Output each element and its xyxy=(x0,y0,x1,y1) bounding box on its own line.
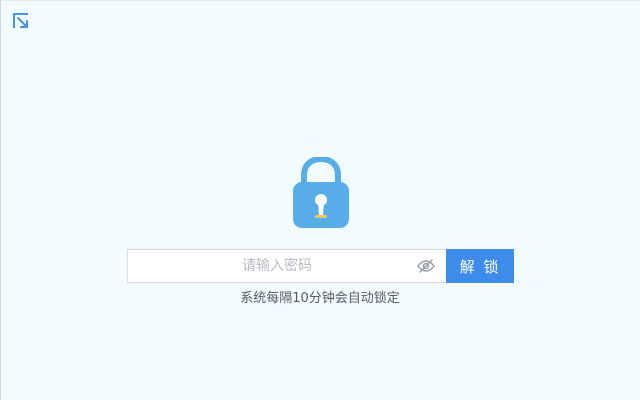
eye-off-icon[interactable] xyxy=(417,258,435,274)
unlock-form: 解 锁 xyxy=(127,249,515,283)
password-field xyxy=(127,249,448,283)
password-input[interactable] xyxy=(128,250,448,282)
auto-lock-hint: 系统每隔10分钟会自动锁定 xyxy=(240,291,400,306)
unlock-button[interactable]: 解 锁 xyxy=(446,249,514,283)
window-restore-icon[interactable] xyxy=(11,11,31,31)
lock-icon xyxy=(291,155,351,229)
